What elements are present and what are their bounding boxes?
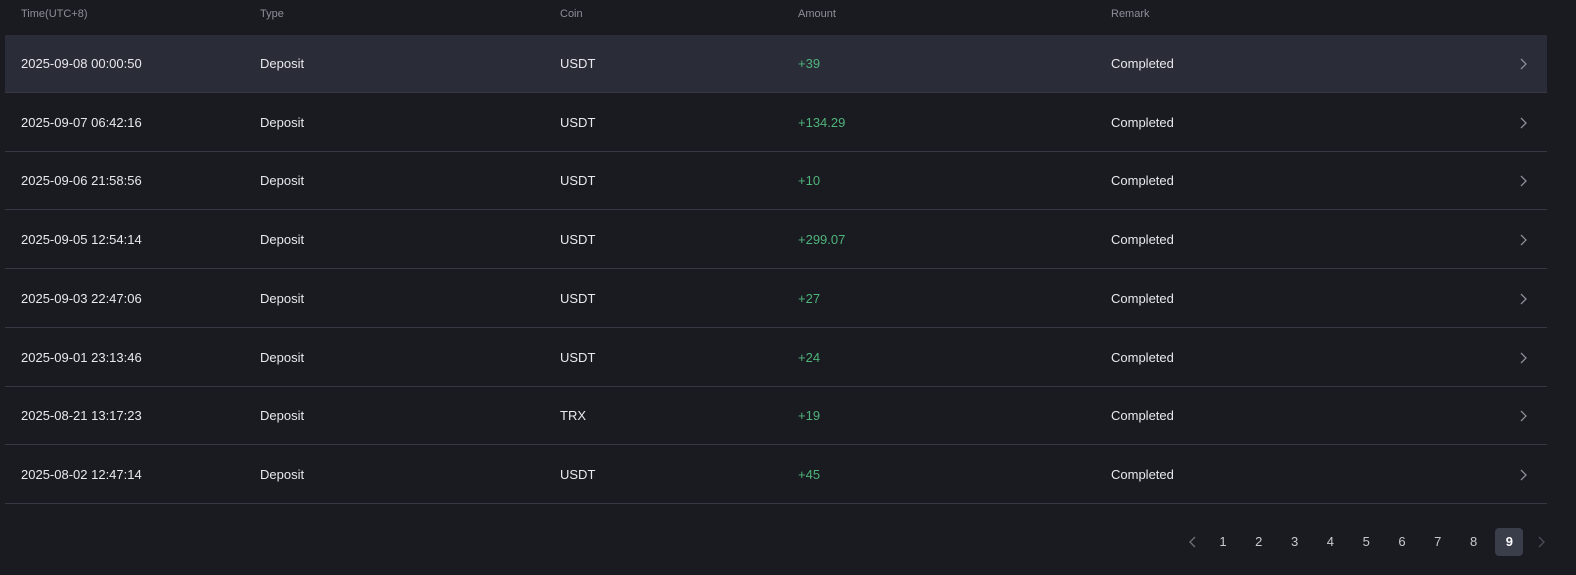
cell-time: 2025-09-06 21:58:56 — [21, 173, 142, 189]
cell-remark: Completed — [1111, 349, 1174, 365]
cell-amount: +45 — [798, 466, 821, 482]
table-row[interactable]: 2025-08-21 13:17:23 Deposit TRX +19 Complete… — [5, 387, 1547, 446]
cell-time: 2025-09-08 00:00:50 — [21, 56, 142, 71]
table-row[interactable]: 2025-09-03 22:47:06 Deposit USDT +27 Complet… — [5, 270, 1547, 328]
table-row[interactable]: 2025-09-01 23:13:46 Deposit USDT +24 Complet… — [5, 329, 1547, 387]
cell-coin: TRX — [560, 408, 586, 424]
cell-type: Deposit — [260, 349, 305, 365]
table-row[interactable]: 2025-09-05 12:54:14 Deposit USDT +299.07 Com… — [5, 211, 1547, 270]
chevron-right-icon[interactable] — [1517, 351, 1529, 365]
table-row[interactable]: 2025-08-02 12:47:14 Deposit USDT +45 Complet… — [5, 446, 1547, 504]
cell-amount: +134.29 — [798, 114, 846, 130]
page-button-8[interactable]: 8 — [1460, 528, 1488, 556]
cell-coin: USDT — [560, 232, 596, 248]
cell-coin: USDT — [560, 173, 596, 189]
cell-remark: Completed — [1111, 56, 1174, 71]
cell-remark: Completed — [1111, 173, 1174, 189]
cell-type: Deposit — [260, 466, 305, 482]
cell-remark: Completed — [1111, 466, 1174, 482]
cell-type: Deposit — [260, 408, 305, 424]
cell-time: 2025-09-01 23:13:46 — [21, 349, 142, 365]
chevron-right-icon[interactable] — [1517, 116, 1529, 130]
header-time: Time(UTC+8) — [21, 8, 88, 20]
cell-coin: USDT — [560, 56, 596, 71]
cell-amount: +19 — [798, 408, 821, 424]
cell-amount: +39 — [798, 56, 821, 71]
cell-coin: USDT — [560, 349, 596, 365]
cell-time: 2025-09-07 06:42:16 — [21, 114, 142, 130]
table-row[interactable]: 2025-09-08 00:00:50 Deposit USDT +39 Complet… — [5, 35, 1547, 93]
cell-coin: USDT — [560, 290, 596, 306]
table-header: Time(UTC+8) Type Coin Amount Remark — [0, 0, 1547, 34]
header-amount: Amount — [798, 8, 836, 20]
chevron-right-icon[interactable] — [1517, 409, 1529, 423]
table-row[interactable]: 2025-09-07 06:42:16 Deposit USDT +134.29 Com… — [5, 94, 1547, 152]
page-button-4[interactable]: 4 — [1316, 528, 1344, 556]
header-type: Type — [260, 8, 284, 20]
page-button-3[interactable]: 3 — [1281, 528, 1309, 556]
page-button-1[interactable]: 1 — [1209, 528, 1237, 556]
cell-type: Deposit — [260, 232, 305, 248]
cell-type: Deposit — [260, 290, 305, 306]
page-button-6[interactable]: 6 — [1388, 528, 1416, 556]
page-button-2[interactable]: 2 — [1245, 528, 1273, 556]
cell-type: Deposit — [260, 56, 305, 71]
page-button-9[interactable]: 9 — [1495, 528, 1524, 556]
cell-coin: USDT — [560, 114, 596, 130]
cell-remark: Completed — [1111, 114, 1174, 130]
chevron-right-icon[interactable] — [1517, 57, 1529, 71]
cell-time: 2025-08-02 12:47:14 — [21, 466, 142, 482]
cell-time: 2025-08-21 13:17:23 — [21, 408, 142, 424]
chevron-right-icon[interactable] — [1517, 233, 1529, 247]
cell-coin: USDT — [560, 466, 596, 482]
header-remark: Remark — [1111, 8, 1150, 20]
page-button-7[interactable]: 7 — [1424, 528, 1452, 556]
chevron-left-icon[interactable] — [1186, 535, 1200, 549]
pagination: 123456789 — [1180, 528, 1550, 556]
page-button-5[interactable]: 5 — [1352, 528, 1380, 556]
table-row[interactable]: 2025-09-06 21:58:56 Deposit USDT +10 Complet… — [5, 152, 1547, 211]
cell-amount: +10 — [798, 173, 821, 189]
cell-amount: +27 — [798, 290, 821, 306]
chevron-right-icon[interactable] — [1517, 174, 1529, 188]
header-coin: Coin — [560, 8, 583, 20]
chevron-right-icon[interactable] — [1517, 292, 1529, 306]
cell-type: Deposit — [260, 173, 305, 189]
chevron-right-icon[interactable] — [1517, 468, 1529, 482]
cell-amount: +24 — [798, 349, 821, 365]
chevron-right-icon[interactable] — [1534, 535, 1548, 549]
cell-remark: Completed — [1111, 232, 1174, 248]
cell-time: 2025-09-05 12:54:14 — [21, 232, 142, 248]
cell-amount: +299.07 — [798, 232, 846, 248]
cell-type: Deposit — [260, 114, 305, 130]
transaction-history: Time(UTC+8) Type Coin Amount Remark 2025… — [0, 0, 1576, 575]
cell-time: 2025-09-03 22:47:06 — [21, 290, 142, 306]
cell-remark: Completed — [1111, 408, 1174, 424]
cell-remark: Completed — [1111, 290, 1174, 306]
